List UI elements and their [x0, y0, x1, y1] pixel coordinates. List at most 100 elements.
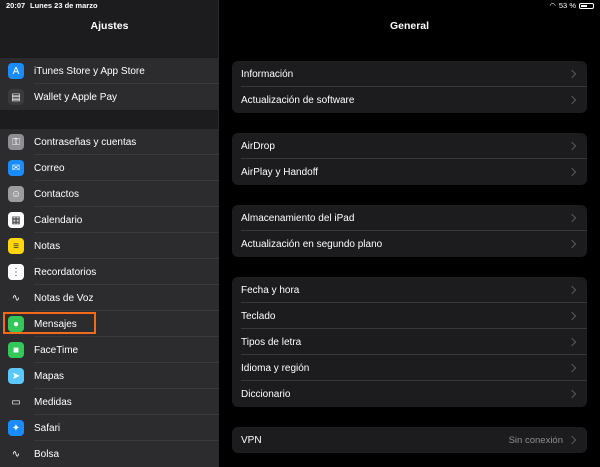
- setting-label: VPN: [241, 434, 262, 446]
- sidebar-item-label: Contraseñas y cuentas: [34, 136, 137, 148]
- setting-label: Fecha y hora: [241, 284, 300, 296]
- settings-card: Información Actualización de software: [232, 61, 587, 113]
- sidebar-group-stores: AiTunes Store y App Store ▤ Wallet y Apple…: [0, 58, 219, 110]
- status-bar: 20:07 Lunes 23 de marzo ◠ 53 %: [0, 0, 600, 12]
- messages-icon: ●: [8, 316, 24, 332]
- status-date: Lunes 23 de marzo: [30, 1, 98, 10]
- chevron-right-icon: [567, 213, 577, 223]
- setting-label: Almacenamiento del iPad: [241, 212, 355, 224]
- key-icon: ⚿: [8, 134, 24, 150]
- setting-row-airplay-y-handoff[interactable]: AirPlay y Handoff: [232, 159, 587, 185]
- voice-memos-icon: ∿: [8, 290, 24, 306]
- setting-label: Tipos de letra: [241, 336, 302, 348]
- setting-label: Actualización de software: [241, 94, 355, 106]
- sidebar-item-notas[interactable]: ≡ Notas: [0, 233, 219, 259]
- stocks-icon: ∿: [8, 446, 24, 462]
- battery-icon: [579, 3, 594, 9]
- calendar-icon: ▦: [8, 212, 24, 228]
- setting-label: AirDrop: [241, 140, 275, 152]
- sidebar-item-calendario[interactable]: ▦ Calendario: [0, 207, 219, 233]
- sidebar-item-label: Notas: [34, 240, 61, 252]
- settings-card: AirDrop AirPlay y Handoff: [232, 133, 587, 185]
- sidebar-item-label: Correo: [34, 162, 65, 174]
- setting-label: Información: [241, 68, 294, 80]
- sidebar-item-label: Wallet y Apple Pay: [34, 91, 118, 103]
- settings-card: Almacenamiento del iPad Actualización en …: [232, 205, 587, 257]
- measure-icon: ▭: [8, 394, 24, 410]
- sidebar-item-label: Mapas: [34, 370, 65, 382]
- sidebar-item-label: Safari: [34, 422, 61, 434]
- chevron-right-icon: [567, 435, 577, 445]
- setting-label: AirPlay y Handoff: [241, 166, 319, 178]
- wallet-icon: ▤: [8, 89, 24, 105]
- chevron-right-icon: [567, 285, 577, 295]
- chevron-right-icon: [567, 69, 577, 79]
- sidebar: Ajustes AiTunes Store y App Store ▤ Wallet…: [0, 0, 219, 467]
- setting-row-informacion[interactable]: Información: [232, 61, 587, 87]
- maps-icon: ➤: [8, 368, 24, 384]
- chevron-right-icon: [567, 337, 577, 347]
- settings-card: Fecha y hora Teclado Tipos de letra Idioma …: [232, 277, 587, 407]
- sidebar-item-label: Bolsa: [34, 448, 60, 460]
- setting-row-almacenamiento-del-ipad[interactable]: Almacenamiento del iPad: [232, 205, 587, 231]
- sidebar-item-facetime[interactable]: ■ FaceTime: [0, 337, 219, 363]
- setting-label: Teclado: [241, 310, 276, 322]
- chevron-right-icon: [567, 141, 577, 151]
- sidebar-group-apps: ⚿ Contraseñas y cuentas ✉ Correo ☺ Contactos ▦…: [0, 129, 219, 467]
- battery-percent: 53 %: [558, 1, 576, 10]
- setting-row-airdrop[interactable]: AirDrop: [232, 133, 587, 159]
- setting-row-vpn[interactable]: VPN Sin conexión: [232, 427, 587, 453]
- main-panel: General Información Actualización de soft…: [219, 0, 600, 453]
- sidebar-item-label: FaceTime: [34, 344, 79, 356]
- sidebar-item-mapas[interactable]: ➤ Mapas: [0, 363, 219, 389]
- wifi-icon: ◠: [549, 1, 556, 10]
- setting-label: Actualización en segundo plano: [241, 238, 383, 250]
- status-time: 20:07: [6, 1, 26, 10]
- chevron-right-icon: [567, 239, 577, 249]
- sidebar-item-label: Mensajes: [34, 318, 77, 330]
- setting-row-tipos-de-letra[interactable]: Tipos de letra: [232, 329, 587, 355]
- settings-card: VPN Sin conexión: [232, 427, 587, 453]
- facetime-icon: ■: [8, 342, 24, 358]
- setting-row-actualizacion-de-software[interactable]: Actualización de software: [232, 87, 587, 113]
- sidebar-item-label: Recordatorios: [34, 266, 97, 278]
- reminders-icon: ⋮: [8, 264, 24, 280]
- chevron-right-icon: [567, 167, 577, 177]
- sidebar-item-recordatorios[interactable]: ⋮ Recordatorios: [0, 259, 219, 285]
- sidebar-item-medidas[interactable]: ▭ Medidas: [0, 389, 219, 415]
- setting-row-fecha-y-hora[interactable]: Fecha y hora: [232, 277, 587, 303]
- setting-value: Sin conexión: [508, 434, 563, 446]
- safari-icon: ✦: [8, 420, 24, 436]
- sidebar-item-mensajes[interactable]: ● Mensajes: [0, 311, 219, 337]
- sidebar-item-correo[interactable]: ✉ Correo: [0, 155, 219, 181]
- setting-row-actualizacion-en-segundo-plano[interactable]: Actualización en segundo plano: [232, 231, 587, 257]
- chevron-right-icon: [567, 311, 577, 321]
- sidebar-item-bolsa[interactable]: ∿ Bolsa: [0, 441, 219, 467]
- setting-row-diccionario[interactable]: Diccionario: [232, 381, 587, 407]
- sidebar-item-contactos[interactable]: ☺ Contactos: [0, 181, 219, 207]
- setting-row-teclado[interactable]: Teclado: [232, 303, 587, 329]
- sidebar-item-label: iTunes Store y App Store: [34, 65, 145, 77]
- sidebar-item-contrasenas-y-cuentas[interactable]: ⚿ Contraseñas y cuentas: [0, 129, 219, 155]
- sidebar-item-label: Notas de Voz: [34, 292, 94, 304]
- setting-label: Diccionario: [241, 388, 291, 400]
- sidebar-item-safari[interactable]: ✦ Safari: [0, 415, 219, 441]
- page-title: General: [389, 20, 430, 32]
- setting-label: Idioma y región: [241, 362, 310, 374]
- notes-icon: ≡: [8, 238, 24, 254]
- sidebar-item-itunes-store-y-app-store[interactable]: AiTunes Store y App Store: [0, 58, 219, 84]
- sidebar-item-wallet-y-apple-pay[interactable]: ▤ Wallet y Apple Pay: [0, 84, 219, 110]
- chevron-right-icon: [567, 363, 577, 373]
- mail-icon: ✉: [8, 160, 24, 176]
- sidebar-item-label: Calendario: [34, 214, 83, 226]
- sidebar-item-notas-de-voz[interactable]: ∿ Notas de Voz: [0, 285, 219, 311]
- app-store-icon: A: [8, 63, 24, 79]
- sidebar-item-label: Medidas: [34, 396, 72, 408]
- chevron-right-icon: [567, 95, 577, 105]
- status-right: ◠ 53 %: [549, 0, 594, 12]
- contacts-icon: ☺: [8, 186, 24, 202]
- sidebar-item-label: Contactos: [34, 188, 80, 200]
- setting-row-idioma-y-region[interactable]: Idioma y región: [232, 355, 587, 381]
- chevron-right-icon: [567, 389, 577, 399]
- sidebar-title: Ajustes: [90, 20, 129, 32]
